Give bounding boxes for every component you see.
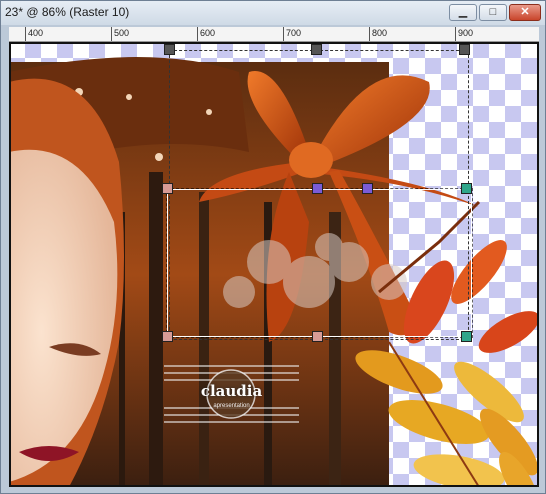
ruler-label: 400 <box>28 28 44 38</box>
minimize-button[interactable]: ▁ <box>449 4 477 21</box>
pick-handle[interactable] <box>461 331 472 342</box>
ruler-tick <box>283 27 284 41</box>
ruler-tick <box>369 27 370 41</box>
close-button[interactable]: ✕ <box>509 4 541 21</box>
ruler-tick <box>111 27 112 41</box>
pick-handle[interactable] <box>312 183 323 194</box>
pick-handle[interactable] <box>162 183 173 194</box>
maximize-button[interactable]: □ <box>479 4 507 21</box>
ruler-label: 700 <box>286 28 302 38</box>
horizontal-ruler: 400 500 600 700 800 900 <box>9 27 539 42</box>
window-title: 23* @ 86% (Raster 10) <box>5 5 130 19</box>
ruler-tick <box>455 27 456 41</box>
pick-handle[interactable] <box>362 183 373 194</box>
ruler-label: 900 <box>458 28 474 38</box>
image-window: 23* @ 86% (Raster 10) ▁ □ ✕ 400 500 600 … <box>0 0 546 494</box>
deform-handle[interactable] <box>459 44 470 55</box>
ruler-label: 800 <box>372 28 388 38</box>
ruler-label: 600 <box>200 28 216 38</box>
ruler-label: 500 <box>114 28 130 38</box>
tree-trunk <box>149 172 163 487</box>
title-bar[interactable]: 23* @ 86% (Raster 10) ▁ □ ✕ <box>1 1 545 25</box>
watermark-subtext: apresentation <box>213 403 250 409</box>
ruler-tick <box>25 27 26 41</box>
deform-handle[interactable] <box>311 44 322 55</box>
pick-handle[interactable] <box>312 331 323 342</box>
image-canvas[interactable]: claudia apresentation <box>9 42 539 487</box>
pick-handle[interactable] <box>461 183 472 194</box>
ruler-tick <box>197 27 198 41</box>
watermark: claudia apresentation <box>164 360 299 428</box>
pick-handle[interactable] <box>162 331 173 342</box>
deform-handle[interactable] <box>164 44 175 55</box>
pick-tool-bounds[interactable] <box>166 188 473 338</box>
watermark-text: claudia <box>200 382 263 400</box>
